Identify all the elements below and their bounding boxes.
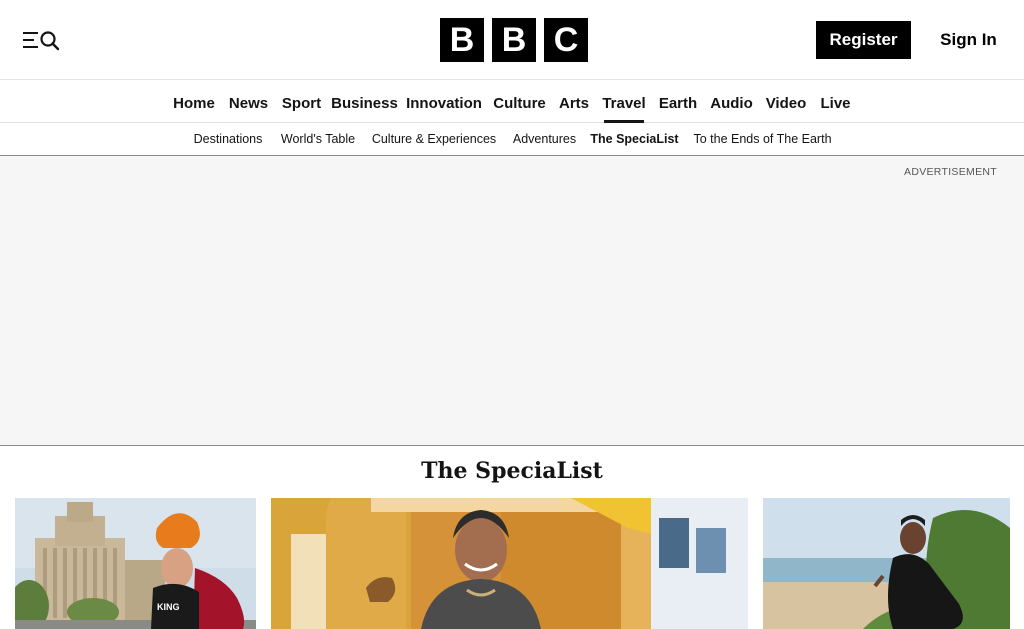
nav-item-sport[interactable]: Sport [275,81,328,123]
nav-item-audio[interactable]: Audio [704,81,759,123]
subnav-item-culture-experiences[interactable]: Culture & Experiences [364,123,504,156]
nav-item-earth[interactable]: Earth [652,81,704,123]
section-title: The SpeciaList [421,458,603,484]
nav-item-video[interactable]: Video [759,81,813,123]
subnav-item-destinations[interactable]: Destinations [184,123,272,156]
menu-search-icon [23,30,60,50]
subnav-item-adventures[interactable]: Adventures [504,123,585,156]
beach-portrait-photo [763,498,1010,629]
logo-letter: B [492,18,536,62]
logo-letter: C [544,18,588,62]
main-nav: Home News Sport Business Innovation Cult… [0,81,1024,123]
subnav-item-worlds-table[interactable]: World's Table [272,123,364,156]
nav-item-news[interactable]: News [222,81,275,123]
sign-in-button[interactable]: Sign In [927,21,1010,59]
nav-item-travel[interactable]: Travel [596,81,652,123]
nav-item-arts[interactable]: Arts [552,81,596,123]
bbc-logo[interactable]: B B C [440,18,588,62]
travel-subnav: Destinations World's Table Culture & Exp… [0,123,1024,156]
story-card-image-right[interactable] [763,498,1010,629]
subnav-item-ends-of-the-earth[interactable]: To the Ends of The Earth [684,123,841,156]
logo-letter: B [440,18,484,62]
nav-item-culture[interactable]: Culture [487,81,552,123]
subnav-item-the-specialist[interactable]: The SpeciaList [585,123,684,156]
menu-search-button[interactable] [14,22,68,57]
advertisement-band: ADVERTISEMENT [0,156,1024,446]
story-card-image-left[interactable]: KING [15,498,256,629]
city-hall-photo: KING [15,498,256,629]
nav-item-innovation[interactable]: Innovation [401,81,487,123]
story-card-image-center[interactable] [271,498,748,629]
nav-item-live[interactable]: Live [813,81,858,123]
advertisement-label: ADVERTISEMENT [904,166,997,178]
street-portrait-photo [271,498,748,629]
register-button[interactable]: Register [816,21,911,59]
nav-item-home[interactable]: Home [166,81,222,123]
advertisement-slot[interactable] [26,182,998,434]
site-header: B B C Register Sign In [0,0,1024,80]
svg-text:KING: KING [157,602,180,612]
nav-item-business[interactable]: Business [328,81,401,123]
